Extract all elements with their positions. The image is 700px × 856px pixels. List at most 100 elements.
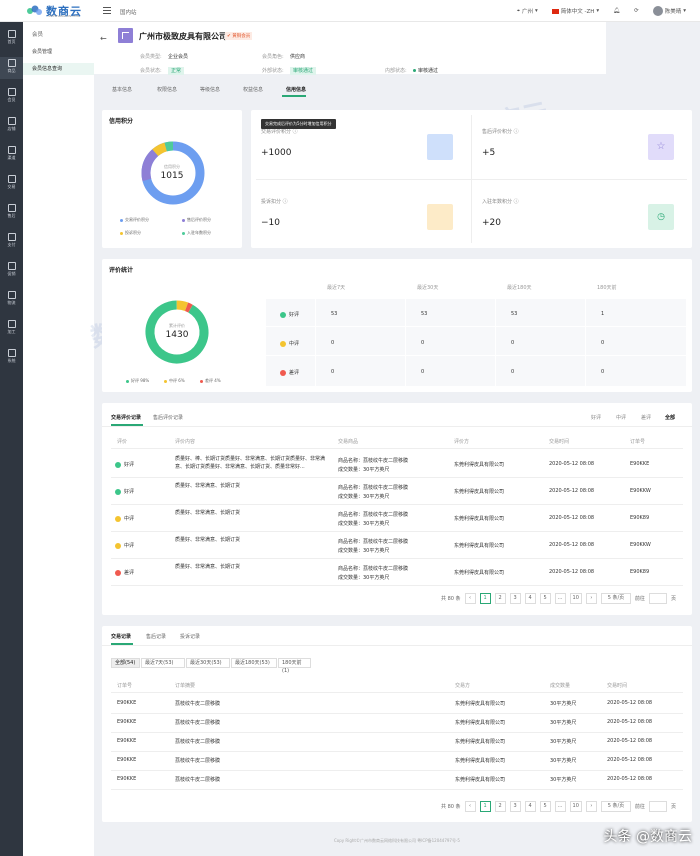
sidebar-item-logistics[interactable]: 物流	[0, 289, 23, 311]
order-number: E90K89	[630, 569, 650, 575]
prev-page-button[interactable]: ‹	[464, 593, 476, 604]
eval-stats-table-bg	[266, 299, 686, 386]
language-selector[interactable]: 简体中文 -ZH ▾	[551, 7, 599, 15]
trade-time: 2020-05-12 08:08	[549, 488, 595, 494]
eval-stats-col-header: 最近180天	[507, 285, 532, 291]
tab-aftersale-eval[interactable]: 售后评价记录	[153, 414, 183, 421]
company-name: 广州市极致皮具有限公司	[139, 32, 227, 41]
filter-chip[interactable]: 180天前(1)	[278, 658, 311, 674]
product-name: 商品名称：荔枝纹牛皮二层移膜	[338, 539, 409, 545]
page-button[interactable]: ...	[554, 593, 566, 604]
sidebar-item-goods[interactable]: 商品	[0, 57, 23, 79]
trade-records-col-header: 订单摘要	[175, 683, 196, 689]
menu-toggle-icon[interactable]	[103, 7, 111, 14]
filter-chip[interactable]: 最近7天(53)	[141, 658, 185, 668]
sidebar-item-system[interactable]: 系统	[0, 347, 23, 369]
tab-credit[interactable]: 信用信息	[286, 86, 306, 93]
goto-page-input[interactable]	[648, 593, 667, 604]
page-button[interactable]: 3	[509, 593, 521, 604]
trade-party: 东莞利得皮具有限公司	[455, 777, 506, 783]
aftersale-icon	[7, 204, 16, 212]
legend-dot	[126, 379, 129, 383]
eval-records-col-header: 交易商品	[338, 439, 359, 445]
trade-order: E90KKE	[117, 719, 137, 725]
buyer-name: 东莞利得皮具有限公司	[454, 489, 505, 495]
sidebar-item-home[interactable]: 首页	[0, 28, 23, 50]
subnav-item-member-manage[interactable]: 会员管理	[32, 48, 52, 55]
legend-dot	[120, 218, 123, 222]
rating-label: 中评	[124, 543, 135, 549]
legend-dot	[120, 231, 123, 235]
trade-time: 2020-05-12 08:08	[607, 738, 653, 744]
eval-stats-title: 评价统计	[109, 267, 134, 274]
tab-aftersale-records[interactable]: 售后记录	[146, 633, 166, 640]
filter-neutral[interactable]: 中评	[616, 414, 626, 421]
filter-chip[interactable]: 最近180天(53)	[231, 658, 277, 668]
page-button[interactable]: 5	[539, 801, 551, 812]
legend-dot	[182, 231, 185, 235]
field-member-role: 会员角色: 供应商	[262, 54, 306, 60]
page-button[interactable]: 3	[509, 801, 521, 812]
trade-time: 2020-05-12 08:08	[549, 542, 595, 548]
sidebar-item-shop[interactable]: 店铺	[0, 115, 23, 137]
trade-summary: 荔枝纹牛皮二层移膜	[175, 758, 221, 764]
eval-records-col-header: 评价	[117, 439, 128, 445]
page-button[interactable]: 1	[479, 593, 491, 604]
page-button[interactable]: 4	[524, 801, 536, 812]
subnav-item-member-query[interactable]: 会员信息查询	[23, 63, 94, 75]
rating-cell: 好评	[115, 461, 134, 468]
next-page-button[interactable]: ›	[585, 593, 597, 604]
back-arrow-icon[interactable]: ←	[100, 34, 107, 43]
eval-stats-row-label: 中评	[280, 340, 299, 347]
trade-qty: 30平方英尺	[550, 701, 577, 707]
next-page-button[interactable]: ›	[585, 801, 597, 812]
sidebar-item-channel[interactable]: 渠道	[0, 144, 23, 166]
tab-basic[interactable]: 基本信息	[112, 86, 132, 93]
page-button[interactable]: 2	[494, 593, 506, 604]
refresh-icon: ⟳	[634, 8, 639, 14]
notification-button[interactable]: 🔔︎	[613, 8, 620, 14]
tab-rights[interactable]: 权益信息	[243, 86, 263, 93]
tab-level[interactable]: 等级信息	[200, 86, 220, 93]
clipboard-icon	[427, 134, 453, 160]
sidebar-item-promo[interactable]: 促销	[0, 260, 23, 282]
filter-bad[interactable]: 差评	[641, 414, 651, 421]
page-button[interactable]: 2	[494, 801, 506, 812]
filter-all[interactable]: 全部	[665, 414, 675, 421]
filter-chip[interactable]: 全部(54)	[111, 658, 140, 668]
rating-dot-icon	[115, 488, 121, 495]
page-button[interactable]: 5	[539, 593, 551, 604]
page-button[interactable]: 1	[479, 801, 491, 812]
page-size-select[interactable]: 5 条/页	[600, 593, 631, 604]
page-button[interactable]: 10	[569, 593, 582, 604]
trade-time: 2020-05-12 08:08	[549, 569, 595, 575]
pagination-total: 共 80 条	[441, 596, 461, 602]
prev-page-button[interactable]: ‹	[464, 801, 476, 812]
trade-party: 东莞利得皮具有限公司	[455, 720, 506, 726]
order-number: E90KKE	[630, 461, 650, 467]
sidebar-item-pay[interactable]: 支付	[0, 231, 23, 253]
tab-trade-records[interactable]: 交易记录	[111, 633, 131, 640]
page-button[interactable]: 4	[524, 593, 536, 604]
user-menu[interactable]: 陈美晴 ▾	[652, 6, 686, 16]
company-avatar	[118, 28, 133, 43]
goto-page-input[interactable]	[648, 801, 667, 812]
tab-permission[interactable]: 权限信息	[157, 86, 177, 93]
kpi-aftersale-eval: 售后评价积分 ⓘ +5 ☆	[472, 120, 688, 185]
tab-trade-eval[interactable]: 交易评价记录	[111, 414, 141, 421]
sidebar-item-aftersale[interactable]: 售后	[0, 202, 23, 224]
eval-records-col-header: 评价内容	[175, 439, 196, 445]
page-button[interactable]: ...	[554, 801, 566, 812]
sidebar-item-trade[interactable]: 交易	[0, 173, 23, 195]
eval-stats-cell: 0	[421, 369, 425, 375]
refresh-button[interactable]: ⟳	[634, 8, 639, 14]
filter-good[interactable]: 好评	[591, 414, 601, 421]
tab-complaint-records[interactable]: 投诉记录	[180, 633, 200, 640]
page-size-select[interactable]: 5 条/页	[600, 801, 631, 812]
sidebar-item-process[interactable]: 加工	[0, 318, 23, 340]
location-selector[interactable]: ⌖ 广州 ▾	[517, 7, 538, 16]
filter-chip[interactable]: 最近30天(53)	[186, 658, 230, 668]
sidebar-item-member[interactable]: 会员	[0, 86, 23, 108]
shop-icon	[7, 117, 16, 125]
page-button[interactable]: 10	[569, 801, 582, 812]
